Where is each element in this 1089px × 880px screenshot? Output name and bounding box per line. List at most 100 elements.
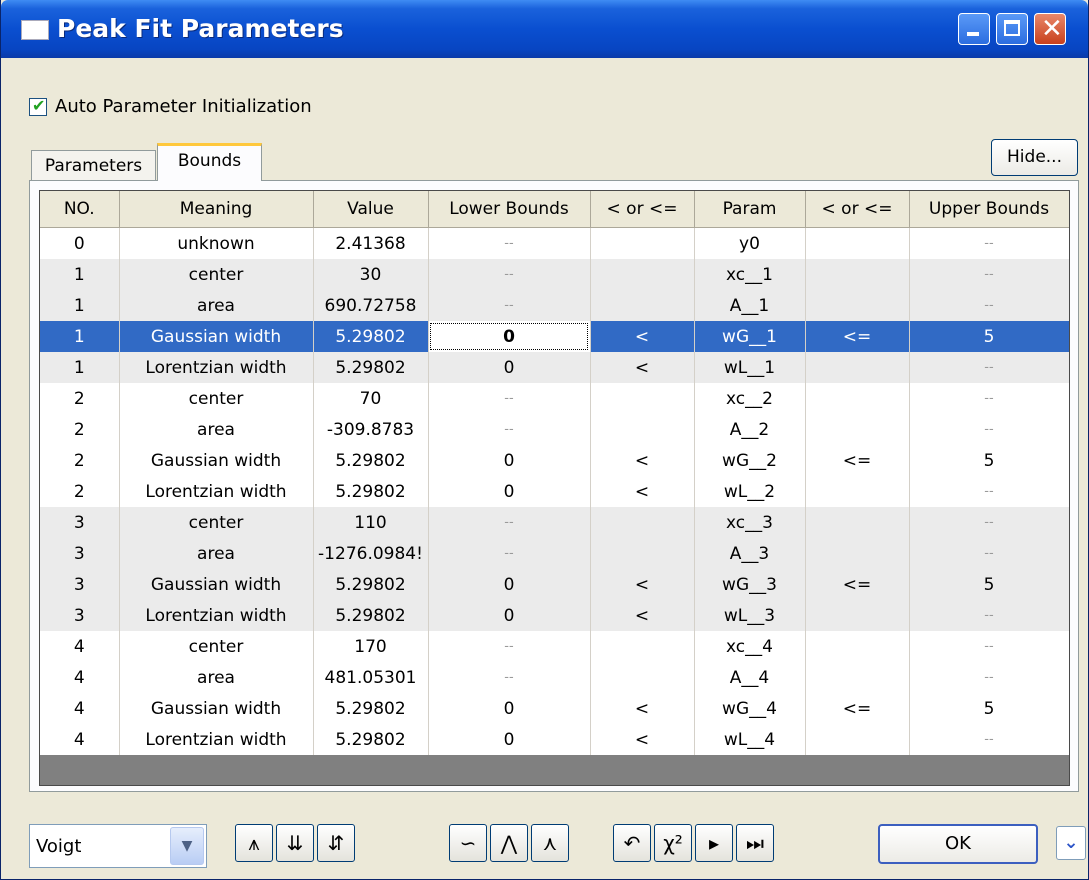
cell-lower-bounds[interactable] [428, 227, 591, 259]
cell-value[interactable]: 5.29802 [313, 476, 429, 507]
ok-button[interactable]: OK [878, 824, 1038, 864]
cell-upper-bounds[interactable] [909, 383, 1069, 414]
table-row[interactable]: 4 Gaussian width 5.29802 0 < wG__4 <= 5 [40, 693, 1069, 724]
cell-upper-op[interactable]: <= [805, 569, 910, 600]
cell-upper-op[interactable] [805, 600, 910, 631]
maximize-button[interactable] [996, 13, 1028, 45]
cell-upper-bounds[interactable] [909, 538, 1069, 569]
col-header-value[interactable]: Value [313, 191, 429, 228]
cell-lower-op[interactable] [590, 227, 695, 259]
col-header-upper-bounds[interactable]: Upper Bounds [909, 191, 1069, 228]
fit-until-converged-button[interactable]: ⏭ [736, 824, 774, 862]
cell-upper-bounds[interactable] [909, 600, 1069, 631]
cell-upper-op[interactable] [805, 227, 910, 259]
cell-value[interactable]: 2.41368 [313, 227, 429, 259]
cell-lower-bounds[interactable]: 0 [428, 476, 591, 507]
tab-bounds[interactable]: Bounds [157, 143, 262, 181]
cell-upper-bounds[interactable] [909, 414, 1069, 445]
col-header-no[interactable]: NO. [40, 191, 120, 228]
table-row[interactable]: 2 Lorentzian width 5.29802 0 < wL__2 [40, 476, 1069, 507]
table-row[interactable]: 0unknown2.41368 y0 [40, 227, 1069, 259]
cell-upper-bounds[interactable] [909, 352, 1069, 383]
cell-value[interactable]: 170 [313, 631, 429, 662]
table-row[interactable]: 2center70 xc__2 [40, 383, 1069, 414]
cell-lower-op[interactable] [590, 507, 695, 538]
cell-upper-op[interactable] [805, 290, 910, 321]
fit-baseline-button[interactable]: ∽ [449, 824, 487, 862]
peak-width-button[interactable]: ⋏ [531, 824, 569, 862]
cell-lower-op[interactable] [590, 538, 695, 569]
cell-upper-bounds[interactable]: 5 [909, 693, 1069, 724]
cell-upper-op[interactable] [805, 724, 910, 755]
cell-lower-op[interactable]: < [590, 600, 695, 631]
col-header-lower-op[interactable]: < or <= [590, 191, 695, 228]
cell-lower-op[interactable]: < [590, 321, 695, 352]
table-row[interactable]: 4center170 xc__4 [40, 631, 1069, 662]
auto-init-checkbox[interactable]: ✔ [29, 96, 47, 116]
cell-lower-op[interactable] [590, 631, 695, 662]
cell-upper-bounds[interactable] [909, 631, 1069, 662]
peak-list-button[interactable]: ⇵ [317, 824, 355, 862]
cell-lower-bounds[interactable] [428, 290, 591, 321]
hide-button[interactable]: Hide... [991, 139, 1078, 176]
close-button[interactable]: ✕ [1034, 13, 1066, 45]
cell-lower-op[interactable] [590, 662, 695, 693]
table-row[interactable]: 3 Lorentzian width 5.29802 0 < wL__3 [40, 600, 1069, 631]
col-header-lower-bounds[interactable]: Lower Bounds [428, 191, 591, 228]
cell-upper-op[interactable]: <= [805, 693, 910, 724]
cell-lower-bounds[interactable] [428, 538, 591, 569]
col-header-upper-op[interactable]: < or <= [805, 191, 910, 228]
cell-upper-bounds[interactable]: 5 [909, 445, 1069, 476]
cell-lower-op[interactable]: < [590, 352, 695, 383]
cell-upper-bounds[interactable] [909, 227, 1069, 259]
cell-lower-bounds[interactable]: 0 [428, 569, 591, 600]
cell-upper-op[interactable] [805, 352, 910, 383]
cell-upper-op[interactable] [805, 538, 910, 569]
chi-square-button[interactable]: χ² [654, 824, 692, 862]
reset-parameters-button[interactable]: ↶ [613, 824, 651, 862]
sort-button[interactable]: ⇊ [276, 824, 314, 862]
cell-lower-op[interactable]: < [590, 569, 695, 600]
table-row[interactable]: 4area481.05301 A__4 [40, 662, 1069, 693]
cell-value[interactable]: 110 [313, 507, 429, 538]
cell-lower-bounds[interactable] [428, 662, 591, 693]
table-row[interactable]: 3center110 xc__3 [40, 507, 1069, 538]
table-row[interactable]: 1area690.72758 A__1 [40, 290, 1069, 321]
cell-upper-op[interactable]: <= [805, 445, 910, 476]
peak-shape-button[interactable]: ⋀ [490, 824, 528, 862]
cell-upper-bounds[interactable]: 5 [909, 569, 1069, 600]
cell-lower-bounds[interactable] [428, 414, 591, 445]
table-row[interactable]: 2area-309.8783 A__2 [40, 414, 1069, 445]
cell-lower-bounds[interactable]: 0 [428, 445, 591, 476]
fit-one-iteration-button[interactable]: ▸ [695, 824, 733, 862]
cell-upper-op[interactable] [805, 476, 910, 507]
cell-lower-op[interactable] [590, 383, 695, 414]
table-row[interactable]: 3area-1276.0984! A__3 [40, 538, 1069, 569]
cell-value[interactable]: -309.8783 [313, 414, 429, 445]
cell-lower-op[interactable] [590, 414, 695, 445]
cell-lower-bounds[interactable]: 0 [428, 600, 591, 631]
cell-value[interactable]: 5.29802 [313, 724, 429, 755]
add-peak-button[interactable]: ⩚ [235, 824, 273, 862]
cell-upper-bounds[interactable] [909, 476, 1069, 507]
cell-value[interactable]: 5.29802 [313, 569, 429, 600]
table-row[interactable]: 4 Lorentzian width 5.29802 0 < wL__4 [40, 724, 1069, 755]
col-header-param[interactable]: Param [694, 191, 806, 228]
cell-value[interactable]: 5.29802 [313, 352, 429, 383]
tab-parameters[interactable]: Parameters [31, 150, 156, 180]
cell-upper-bounds[interactable] [909, 724, 1069, 755]
cell-upper-op[interactable] [805, 662, 910, 693]
cell-upper-op[interactable]: <= [805, 321, 910, 352]
cell-upper-bounds[interactable]: 5 [909, 321, 1069, 352]
cell-lower-bounds[interactable]: 0 [428, 724, 591, 755]
cell-value[interactable]: 5.29802 [313, 600, 429, 631]
cell-value[interactable]: 481.05301 [313, 662, 429, 693]
cell-upper-op[interactable] [805, 383, 910, 414]
cell-lower-op[interactable] [590, 259, 695, 290]
chevron-down-icon[interactable]: ▼ [170, 827, 204, 865]
cell-value[interactable]: 5.29802 [313, 693, 429, 724]
cell-lower-bounds[interactable] [428, 507, 591, 538]
cell-value[interactable]: 30 [313, 259, 429, 290]
table-row[interactable]: 3 Gaussian width 5.29802 0 < wG__3 <= 5 [40, 569, 1069, 600]
table-row[interactable]: 2 Gaussian width 5.29802 0 < wG__2 <= 5 [40, 445, 1069, 476]
